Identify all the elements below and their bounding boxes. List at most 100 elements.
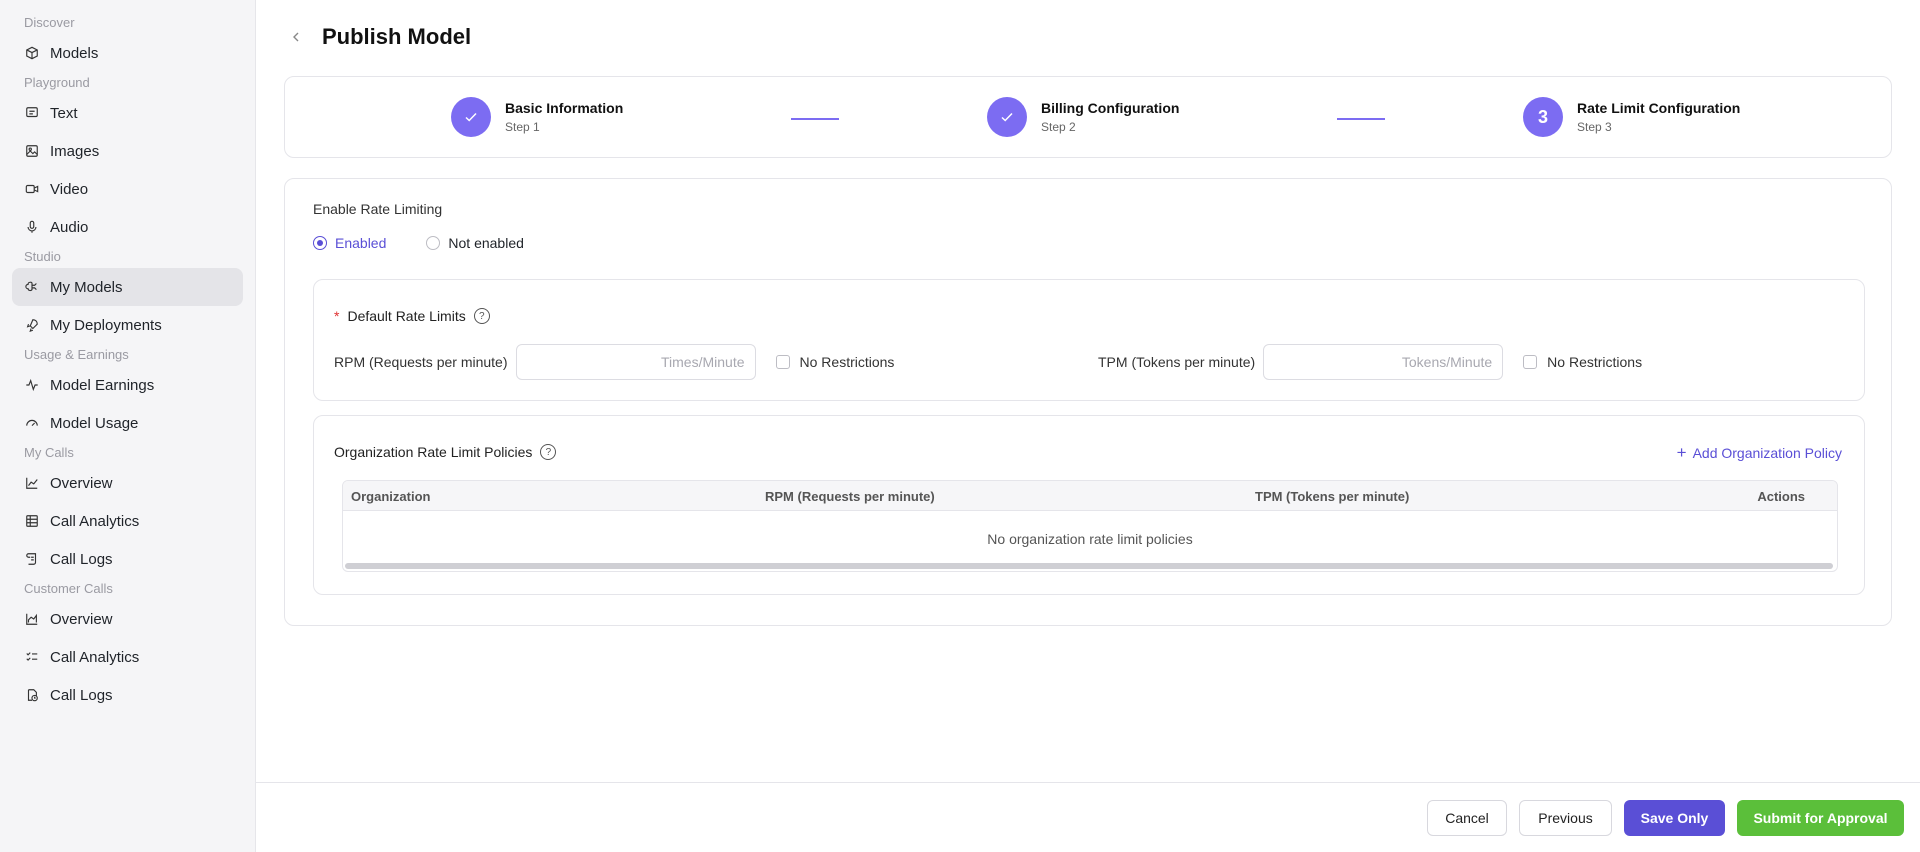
check-icon <box>1001 112 1013 122</box>
help-icon[interactable]: ? <box>540 444 557 460</box>
default-rate-limits-heading: * Default Rate Limits ? <box>334 308 490 324</box>
tpm-input[interactable] <box>1263 344 1504 380</box>
step-basic-information: Basic Information Step 1 <box>451 97 623 137</box>
submit-for-approval-button[interactable]: Submit for Approval <box>1737 800 1904 836</box>
table-header: Organization RPM (Requests per minute) T… <box>343 481 1837 511</box>
rpm-input[interactable] <box>515 344 756 380</box>
rate-limit-card: Enable Rate Limiting Enabled Not enabled… <box>284 178 1892 626</box>
help-icon[interactable]: ? <box>473 308 490 324</box>
sidebar-section-customer-calls: Customer Calls <box>24 581 113 596</box>
sidebar-item-label: Text <box>50 104 78 122</box>
sidebar-item-label: Video <box>50 180 89 198</box>
step-subtitle: Step 1 <box>505 120 540 134</box>
sidebar-item-label: Audio <box>50 218 89 236</box>
stepper: Basic Information Step 1 Billing Configu… <box>284 76 1892 158</box>
column-header: Actions <box>1757 489 1805 504</box>
area-chart-icon <box>24 611 40 627</box>
sidebar-item-my-calls-logs[interactable]: Call Logs <box>12 540 243 578</box>
checkbox-box <box>775 355 790 369</box>
sidebar-item-label: Call Analytics <box>50 512 140 530</box>
default-rate-limits-title: Default Rate Limits <box>347 308 466 324</box>
tpm-label: TPM (Tokens per minute) <box>1098 354 1256 370</box>
sidebar-section-playground: Playground <box>24 75 90 90</box>
sidebar-item-video[interactable]: Video <box>12 170 243 208</box>
required-asterisk: * <box>334 308 340 324</box>
sidebar-item-label: Call Analytics <box>50 648 140 666</box>
column-header: RPM (Requests per minute) <box>765 489 935 504</box>
sidebar-item-images[interactable]: Images <box>12 132 243 170</box>
mic-icon <box>24 219 40 235</box>
sidebar-section-discover: Discover <box>24 15 75 30</box>
line-chart-icon <box>24 475 40 491</box>
save-only-button[interactable]: Save Only <box>1624 800 1725 836</box>
brain-icon <box>24 279 40 295</box>
rocket-icon <box>24 317 40 333</box>
sidebar-item-label: Model Earnings <box>50 376 155 394</box>
sidebar-item-my-calls-overview[interactable]: Overview <box>12 464 243 502</box>
sidebar-item-customer-analytics[interactable]: Call Analytics <box>12 638 243 676</box>
back-button[interactable] <box>284 25 308 49</box>
radio-enabled[interactable]: Enabled <box>313 235 386 251</box>
sidebar-item-text[interactable]: Text <box>12 94 243 132</box>
main-content: Publish Model Basic Information Step 1 B… <box>256 0 1920 852</box>
gauge-icon <box>24 415 40 431</box>
radio-label: Enabled <box>335 235 387 251</box>
sidebar-item-label: Call Logs <box>50 550 113 568</box>
chevron-left-icon <box>293 32 299 42</box>
clock-doc-icon <box>24 687 40 703</box>
step-connector <box>791 118 839 120</box>
rpm-no-restrictions-checkbox[interactable]: No Restrictions <box>775 354 894 370</box>
step-number-circle: 3 <box>1523 97 1563 137</box>
sidebar-section-usage: Usage & Earnings <box>24 347 129 362</box>
radio-not-enabled[interactable]: Not enabled <box>426 235 524 251</box>
radio-label: Not enabled <box>448 235 524 251</box>
sidebar-item-label: Images <box>50 142 100 160</box>
image-icon <box>24 143 40 159</box>
step-complete-circle <box>451 97 491 137</box>
add-organization-policy-button[interactable]: + Add Organization Policy <box>1677 444 1842 461</box>
page-header: Publish Model <box>284 20 471 54</box>
sidebar-item-models[interactable]: Models <box>12 34 243 72</box>
sidebar-item-label: Call Logs <box>50 686 113 704</box>
sidebar-item-customer-overview[interactable]: Overview <box>12 600 243 638</box>
org-policies-table: Organization RPM (Requests per minute) T… <box>342 480 1838 572</box>
column-header: Organization <box>351 489 431 504</box>
sidebar-item-model-earnings[interactable]: Model Earnings <box>12 366 243 404</box>
sidebar-item-label: My Models <box>50 278 123 296</box>
sidebar-item-my-deployments[interactable]: My Deployments <box>12 306 243 344</box>
cancel-button[interactable]: Cancel <box>1427 800 1507 836</box>
sidebar-item-model-usage[interactable]: Model Usage <box>12 404 243 442</box>
table-icon <box>24 513 40 529</box>
radio-dot <box>426 236 441 250</box>
step-complete-circle <box>987 97 1027 137</box>
tpm-field: TPM (Tokens per minute) No Restrictions <box>1098 344 1642 380</box>
check-icon <box>465 112 477 122</box>
sidebar-section-my-calls: My Calls <box>24 445 74 460</box>
horizontal-scrollbar[interactable] <box>345 563 1833 569</box>
default-rate-limits-section: * Default Rate Limits ? RPM (Requests pe… <box>313 279 1865 401</box>
pulse-icon <box>24 377 40 393</box>
sidebar-item-label: Overview <box>50 474 113 492</box>
sidebar-item-audio[interactable]: Audio <box>12 208 243 246</box>
column-header: TPM (Tokens per minute) <box>1255 489 1410 504</box>
step-title: Rate Limit Configuration <box>1577 100 1741 116</box>
sidebar-item-customer-logs[interactable]: Call Logs <box>12 676 243 714</box>
step-title: Billing Configuration <box>1041 100 1180 116</box>
rpm-field: RPM (Requests per minute) No Restriction… <box>334 344 894 380</box>
page-title: Publish Model <box>322 24 472 49</box>
checkbox-box <box>1523 355 1538 369</box>
previous-button[interactable]: Previous <box>1519 800 1612 836</box>
radio-dot <box>313 236 327 250</box>
sidebar-item-my-calls-analytics[interactable]: Call Analytics <box>12 502 243 540</box>
sidebar-item-label: Models <box>50 44 99 62</box>
checkbox-label: No Restrictions <box>1547 354 1643 370</box>
rpm-label: RPM (Requests per minute) <box>334 354 508 370</box>
tpm-no-restrictions-checkbox[interactable]: No Restrictions <box>1523 354 1642 370</box>
step-billing-configuration: Billing Configuration Step 2 <box>987 97 1179 137</box>
video-icon <box>24 181 40 197</box>
sidebar-item-label: Model Usage <box>50 414 139 432</box>
sidebar-item-my-models[interactable]: My Models <box>12 268 243 306</box>
org-policies-section: Organization Rate Limit Policies ? + Add… <box>313 415 1865 595</box>
step-rate-limit-configuration: 3 Rate Limit Configuration Step 3 <box>1523 97 1740 137</box>
list-check-icon <box>24 649 40 665</box>
